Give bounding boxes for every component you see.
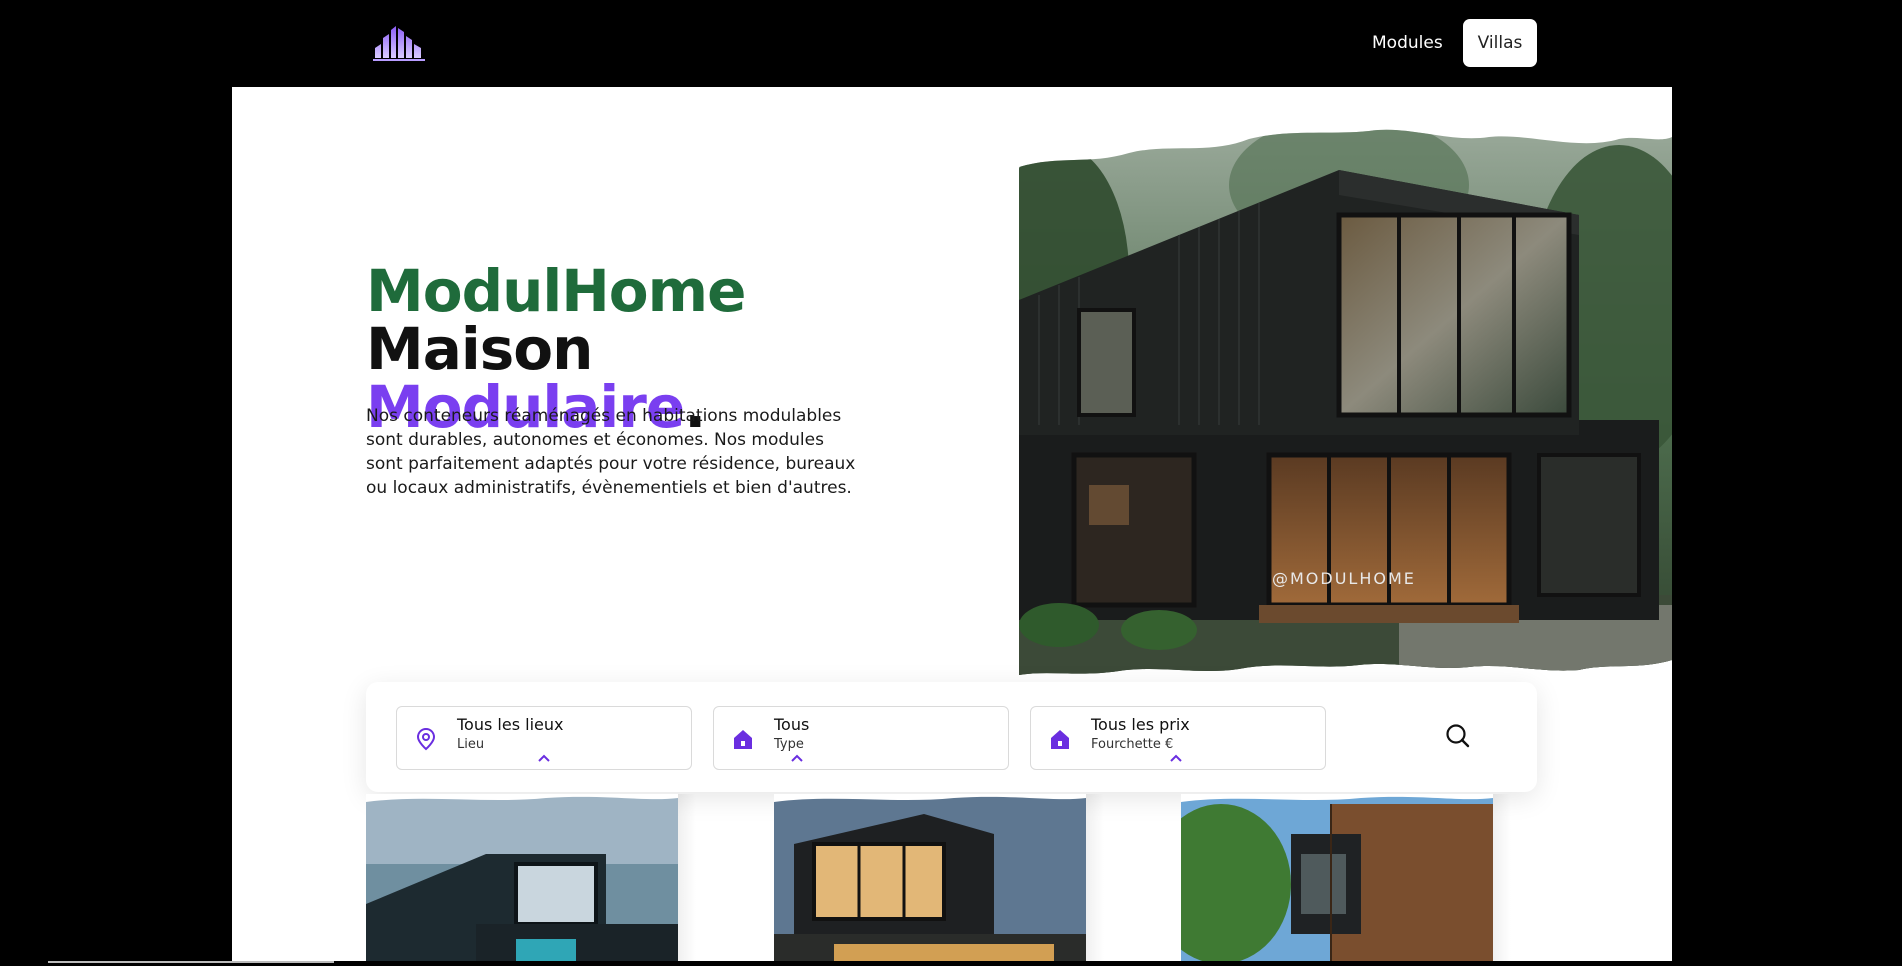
nav-modules-link[interactable]: Modules [1362,20,1453,66]
type-select-label: Type [774,737,804,752]
card-divider [1086,794,1104,966]
bottom-scroll-strip [0,961,1902,966]
chevron-up-icon [791,754,803,762]
buildings-logo-icon[interactable] [373,24,425,62]
property-card-image[interactable] [774,794,1086,966]
price-select-value: Tous les prix [1091,715,1190,734]
location-pin-icon [416,727,436,751]
hero-house-image [1019,129,1672,675]
location-select[interactable]: Tous les lieux Lieu [396,706,692,770]
scrollbar-track[interactable] [48,961,334,963]
type-select-value: Tous [774,715,810,734]
house-icon [734,730,752,749]
property-card-image[interactable] [366,794,678,966]
location-select-label: Lieu [457,737,485,752]
hero-description: Nos conteneurs réaménagés en habitations… [366,406,856,498]
price-select[interactable]: Tous les prix Fourchette € [1030,706,1326,770]
price-select-label: Fourchette € [1091,737,1174,752]
chevron-up-icon [1170,754,1182,762]
property-card-image[interactable] [1181,794,1493,966]
chevron-up-icon [538,754,550,762]
type-select[interactable]: Tous Type [713,706,1009,770]
house-icon [1051,730,1069,749]
location-select-value: Tous les lieux [457,715,564,734]
search-icon[interactable] [1443,721,1473,751]
main-content: ModulHome Maison Modulaire. Nos conteneur… [232,87,1672,966]
hero-watermark: @MODULHOME [1272,569,1416,588]
card-divider [678,794,696,966]
nav-villas-button[interactable]: Villas [1463,19,1537,67]
search-panel: Tous les lieux Lieu Tous Type Tous les p… [366,682,1537,792]
card-divider [1493,794,1511,966]
top-navbar: Modules Villas [0,0,1902,87]
